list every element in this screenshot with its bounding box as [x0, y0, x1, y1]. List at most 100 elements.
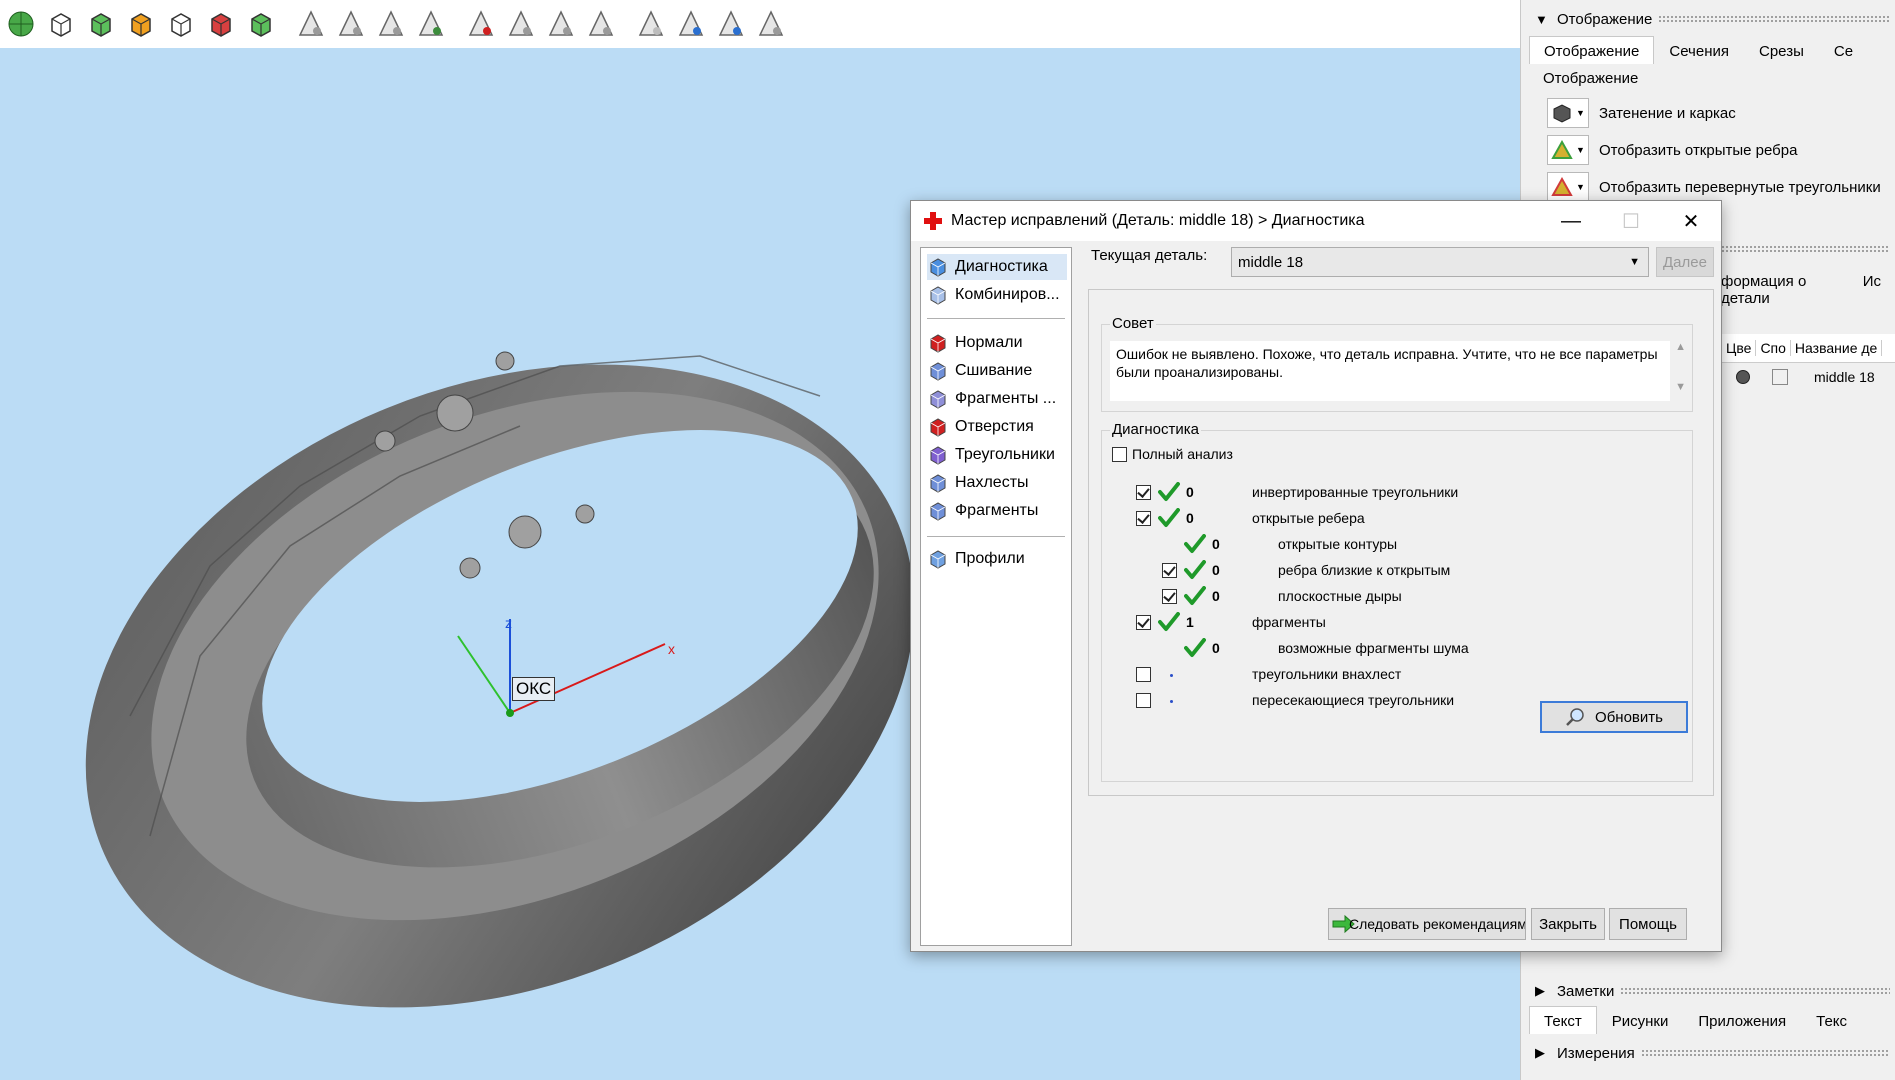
diag-checkbox[interactable] — [1136, 511, 1151, 526]
diag-label: треугольники внахлест — [1252, 666, 1402, 682]
nav-item-stitch[interactable]: Сшивание — [927, 358, 1067, 384]
cube-split-icon[interactable] — [242, 5, 280, 43]
triangle-move-icon[interactable] — [412, 5, 450, 43]
maximize-button[interactable]: ☐ — [1601, 201, 1661, 241]
triangles-icon — [930, 446, 946, 465]
tab-sections[interactable]: Сечения — [1654, 36, 1744, 64]
triangle-outline-icon[interactable] — [632, 5, 670, 43]
open-edges-icon[interactable]: ▼ — [1547, 135, 1589, 165]
display-option-row[interactable]: ▼ Затенение и каркас — [1547, 97, 1736, 129]
refresh-button[interactable]: Обновить — [1540, 701, 1688, 733]
tab-part-info[interactable]: формация о детали — [1716, 266, 1848, 307]
notes-section-header[interactable]: ▶ Заметки — [1521, 978, 1895, 1004]
nav-item-magnifier[interactable]: Диагностика — [927, 254, 1067, 280]
scroll-up-icon[interactable]: ▲ — [1675, 341, 1686, 353]
nav-item-triangles[interactable]: Треугольники — [927, 442, 1067, 468]
minimize-button[interactable]: — — [1541, 201, 1601, 241]
shells-icon — [930, 390, 946, 409]
nav-item-fragments[interactable]: Фрагменты — [927, 498, 1067, 524]
cube-red-icon[interactable] — [202, 5, 240, 43]
tab-pictures[interactable]: Рисунки — [1597, 1006, 1684, 1034]
display-section-title: Отображение — [1557, 10, 1653, 28]
green-check-icon — [1184, 560, 1206, 579]
nav-item-profiles[interactable]: Профили — [927, 546, 1067, 572]
cube-orange-icon[interactable] — [122, 5, 160, 43]
scroll-down-icon[interactable]: ▼ — [1675, 381, 1686, 393]
tab-display[interactable]: Отображение — [1529, 36, 1655, 64]
nav-item-holes[interactable]: Отверстия — [927, 414, 1067, 440]
triangle-select-icon[interactable] — [292, 5, 330, 43]
diag-checkbox[interactable] — [1162, 563, 1177, 578]
magnifier-icon — [1566, 708, 1584, 726]
nav-item-label: Отверстия — [955, 418, 1034, 435]
triangle-delete-icon[interactable] — [462, 5, 500, 43]
tab-attachments[interactable]: Приложения — [1683, 1006, 1801, 1034]
full-analysis-checkbox[interactable] — [1112, 447, 1127, 462]
triangle-wave-icon[interactable] — [672, 5, 710, 43]
tab-cuts[interactable]: Срезы — [1744, 36, 1819, 64]
tab-history[interactable]: Ис — [1848, 266, 1895, 294]
stitch-icon — [930, 362, 946, 381]
section-divider — [1620, 987, 1890, 995]
nav-item-shells[interactable]: Фрагменты ... — [927, 386, 1067, 412]
expand-icon: ▶ — [1535, 1045, 1545, 1060]
measure-section-header[interactable]: ▶ Измерения — [1521, 1040, 1895, 1066]
diag-count: 0 — [1186, 510, 1194, 526]
shaded-cube-icon[interactable]: ▼ — [1547, 98, 1589, 128]
cube-wire-icon[interactable] — [162, 5, 200, 43]
display-option-row[interactable]: ▼ Отобразить перевернутые треугольники — [1547, 171, 1881, 203]
table-row[interactable]: middle 18 — [1722, 363, 1895, 391]
axis-x-label: x — [668, 641, 675, 657]
diag-checkbox[interactable] — [1136, 667, 1151, 682]
flower-icon[interactable] — [2, 5, 40, 43]
tab-text-2[interactable]: Текс — [1801, 1006, 1862, 1034]
nav-item-normals[interactable]: Нормали — [927, 330, 1067, 356]
triangle-blue-icon[interactable] — [712, 5, 750, 43]
help-button[interactable]: Помощь — [1609, 908, 1687, 940]
col-name[interactable]: Название де — [1791, 340, 1883, 356]
display-option-row[interactable]: ▼ Отобразить открытые ребра — [1547, 134, 1797, 166]
display-option-label: Затенение и каркас — [1599, 104, 1736, 122]
green-check-icon — [1158, 508, 1180, 527]
diag-checkbox[interactable] — [1136, 615, 1151, 630]
nav-item-label: Диагностика — [955, 258, 1048, 275]
next-button[interactable]: Далее — [1656, 247, 1714, 277]
triangle-edit-icon[interactable] — [332, 5, 370, 43]
follow-recommendations-button[interactable]: Следовать рекомендациям — [1328, 908, 1526, 940]
diag-checkbox[interactable] — [1162, 589, 1177, 604]
triangle-flat-icon[interactable] — [582, 5, 620, 43]
display-group-title: Отображение — [1543, 70, 1639, 87]
current-part-select[interactable]: middle 18 ▼ — [1231, 247, 1649, 277]
col-color[interactable]: Цве — [1722, 340, 1757, 356]
diag-count: 1 — [1186, 614, 1194, 630]
combine-icon — [930, 286, 946, 305]
close-button[interactable]: Закрыть — [1531, 908, 1605, 940]
full-analysis-label: Полный анализ — [1132, 446, 1233, 462]
flipped-triangles-icon[interactable]: ▼ — [1547, 172, 1589, 202]
diag-count: 0 — [1212, 562, 1220, 578]
triangle-grid-icon[interactable] — [502, 5, 540, 43]
wire-cube-icon — [1772, 369, 1788, 385]
diag-label: плоскостные дыры — [1278, 588, 1402, 604]
diag-checkbox[interactable] — [1136, 693, 1151, 708]
display-section-header[interactable]: ▼ Отображение — [1521, 6, 1895, 32]
diag-count: 0 — [1212, 640, 1220, 656]
triangle-pen-icon[interactable] — [372, 5, 410, 43]
cube-green-icon[interactable] — [82, 5, 120, 43]
cube-select-icon[interactable] — [42, 5, 80, 43]
tab-more[interactable]: Се — [1819, 36, 1868, 64]
diagnostics-group: Диагностика Полный анализ Обновить 0 инве… — [1101, 421, 1693, 782]
overlaps-icon — [930, 474, 946, 493]
diag-label: ребра близкие к открытым — [1278, 562, 1451, 578]
triangle-doc-icon[interactable] — [542, 5, 580, 43]
tab-text[interactable]: Текст — [1529, 1006, 1597, 1034]
diag-checkbox[interactable] — [1136, 485, 1151, 500]
nav-item-combine[interactable]: Комбиниров... — [927, 282, 1067, 308]
dialog-titlebar[interactable]: Мастер исправлений (Деталь: middle 18) >… — [911, 201, 1721, 241]
nav-item-label: Треугольники — [955, 446, 1055, 463]
triangle-fill-icon[interactable] — [752, 5, 790, 43]
col-mode[interactable]: Спо — [1756, 340, 1791, 356]
fragments-icon — [930, 502, 946, 521]
close-window-button[interactable]: ✕ — [1661, 201, 1721, 241]
nav-item-overlaps[interactable]: Нахлесты — [927, 470, 1067, 496]
